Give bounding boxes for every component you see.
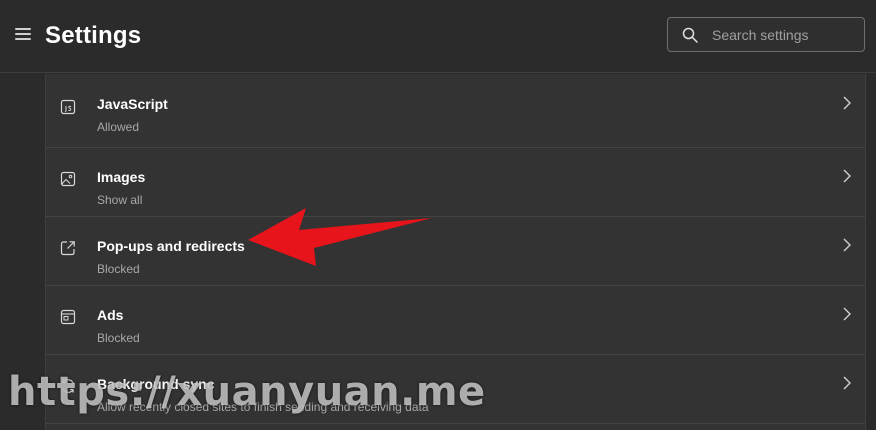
javascript-icon (60, 99, 76, 115)
left-gutter (0, 74, 45, 430)
site-permissions-list: JavaScript Allowed Images Show all Pop-u… (45, 74, 866, 430)
sync-icon (61, 379, 75, 393)
hamburger-menu-icon[interactable] (12, 25, 34, 43)
list-item-images[interactable]: Images Show all (46, 148, 865, 217)
image-icon (60, 171, 76, 187)
list-item-title: JavaScript (97, 96, 168, 112)
list-item-ads[interactable]: Ads Blocked (46, 286, 865, 355)
list-item-background-sync[interactable]: Background sync Allow recently closed si… (46, 355, 865, 424)
settings-header: Settings (0, 0, 876, 73)
chevron-right-icon (843, 96, 851, 110)
list-item-javascript[interactable]: JavaScript Allowed (46, 74, 865, 148)
list-item-title: Ads (97, 307, 124, 323)
list-item-title: Pop-ups and redirects (97, 238, 245, 254)
popup-redirect-icon (60, 241, 75, 256)
search-box[interactable] (667, 17, 865, 52)
list-item-status: Allow recently closed sites to finish se… (97, 400, 429, 414)
chevron-right-icon (843, 307, 851, 321)
list-item-status: Blocked (97, 262, 140, 276)
search-icon (682, 27, 698, 43)
list-item-popups-redirects[interactable]: Pop-ups and redirects Blocked (46, 217, 865, 286)
list-item-status: Allowed (97, 120, 140, 134)
list-item-title: Background sync (97, 376, 215, 392)
list-item-status: Show all (97, 193, 143, 207)
chevron-right-icon (843, 169, 851, 183)
chevron-right-icon (843, 376, 851, 390)
search-input[interactable] (712, 24, 857, 46)
list-item-status: Blocked (97, 331, 140, 345)
chevron-right-icon (843, 238, 851, 252)
page-title: Settings (45, 22, 142, 49)
list-item-title: Images (97, 169, 146, 185)
ads-icon (60, 309, 76, 325)
